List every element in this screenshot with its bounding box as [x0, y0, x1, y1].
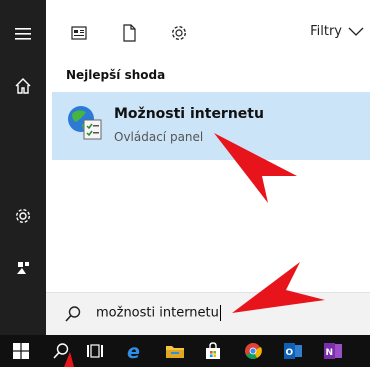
annotation-arrows	[64, 133, 325, 367]
arrow-to-taskbar-search	[64, 352, 74, 367]
arrow-to-search	[232, 262, 325, 313]
arrow-to-result	[214, 133, 297, 203]
start-search-screen: Filtry Nejlepší shoda Možnosti internetu…	[0, 0, 370, 367]
